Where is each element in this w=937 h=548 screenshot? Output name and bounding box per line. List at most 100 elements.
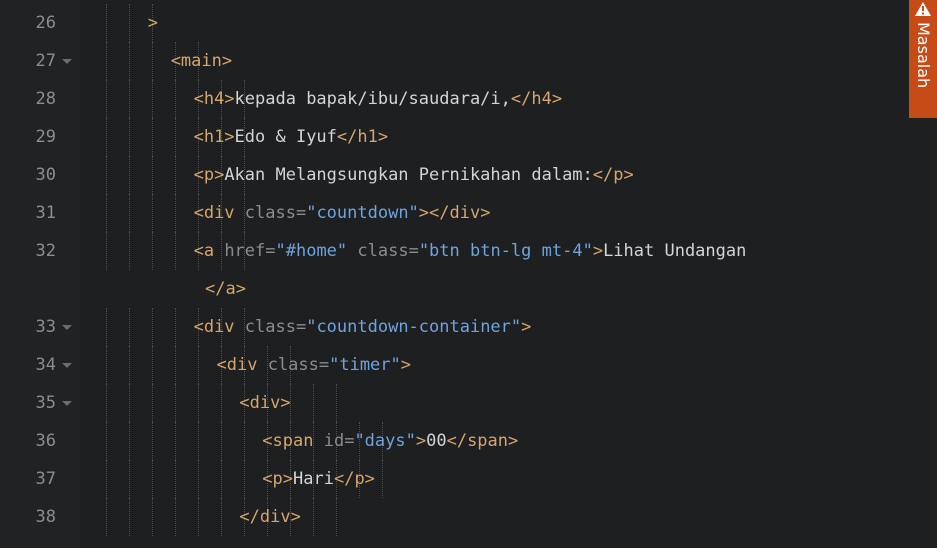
indent-guide [336, 498, 337, 536]
code-editor[interactable]: 26 27 28 29 30 31 32 33 34 35 36 37 38 > <main> <h4>ke… [0, 0, 937, 548]
line-number-label: 32 [35, 241, 56, 261]
line-number-gutter: 26 27 28 29 30 31 32 33 34 35 36 37 38 [0, 0, 80, 548]
fold-arrow-icon[interactable] [62, 325, 72, 330]
code-token: </p> [333, 469, 375, 489]
code-token: <h1> [193, 127, 235, 147]
line-number: 38 [0, 498, 80, 536]
indent-guide [106, 498, 107, 536]
indent-guide [382, 460, 383, 498]
code-line[interactable]: <h1>Edo & Iyuf</h1> [194, 118, 389, 156]
code-token: Lihat Undangan [603, 241, 747, 261]
code-token: class= [267, 355, 330, 375]
code-line[interactable]: > [148, 4, 158, 42]
line-number-label: 29 [35, 127, 56, 147]
indent-guide [152, 460, 153, 498]
code-token: "#home" [275, 241, 348, 261]
code-line[interactable]: <div> [239, 384, 290, 422]
code-token: </h1> [336, 127, 389, 147]
code-token: > [147, 13, 159, 33]
code-area[interactable]: > <main> <h4>kepada bapak/ibu/saudara/i,</… [80, 0, 909, 548]
line-number: 36 [0, 422, 80, 460]
indent-guide [175, 308, 176, 346]
code-token: <p> [262, 469, 294, 489]
code-line[interactable]: <h4>kepada bapak/ibu/saudara/i,</h4> [194, 80, 562, 118]
indent-guide [198, 384, 199, 422]
code-token: <main> [170, 51, 233, 71]
code-token: <h4> [193, 89, 235, 109]
indent-guide [106, 194, 107, 232]
indent-guide [175, 346, 176, 384]
indent-guide [175, 80, 176, 118]
indent-guide [152, 308, 153, 346]
code-token: <div> [239, 393, 291, 413]
code-line[interactable]: <p>Hari</p> [262, 460, 375, 498]
code-token: "countdown-container" [306, 317, 522, 337]
code-token: "days" [354, 431, 416, 451]
code-line[interactable]: <a href="#home" class="btn btn-lg mt-4">… [194, 232, 747, 270]
indent-guide [129, 42, 130, 80]
code-token: </span> [446, 431, 519, 451]
code-line[interactable]: <div class="countdown"></div> [194, 194, 491, 232]
code-line[interactable]: <main> [171, 42, 232, 80]
fold-arrow-icon[interactable] [62, 363, 72, 368]
problems-panel-label: Masalah [914, 22, 933, 89]
code-token: > [521, 317, 532, 337]
code-token: <span [262, 431, 324, 451]
line-number-label: 33 [35, 317, 56, 337]
indent-guide [175, 460, 176, 498]
line-number: 27 [0, 42, 80, 80]
code-token: href= [224, 241, 276, 261]
indent-guide [175, 422, 176, 460]
code-token: id= [323, 431, 355, 451]
code-line[interactable]: </div> [239, 498, 300, 536]
indent-guide [106, 422, 107, 460]
line-number: 29 [0, 118, 80, 156]
indent-guide [106, 4, 107, 42]
line-number-label: 37 [35, 469, 56, 489]
line-number: 31 [0, 194, 80, 232]
indent-guide [336, 384, 337, 422]
indent-guide [106, 42, 107, 80]
code-line[interactable]: <div class="timer"> [217, 346, 412, 384]
code-token: </div> [239, 507, 301, 527]
code-token: ></div> [418, 203, 491, 223]
indent-guide [152, 156, 153, 194]
code-token: class= [244, 317, 307, 337]
line-number-label: 31 [35, 203, 56, 223]
indent-guide [129, 4, 130, 42]
indent-guide [152, 232, 153, 270]
indent-guide [313, 384, 314, 422]
code-token: Akan Melangsungkan Pernikahan dalam: [224, 165, 593, 185]
code-line[interactable]: <div class="countdown-container"> [194, 308, 532, 346]
code-token: <div [216, 355, 268, 375]
indent-guide [198, 498, 199, 536]
code-token: 00 [426, 431, 447, 451]
indent-guide [221, 460, 222, 498]
code-line[interactable]: <p>Akan Melangsungkan Pernikahan dalam:<… [194, 156, 634, 194]
line-number-label: 30 [35, 165, 56, 185]
line-number-label: 26 [35, 13, 56, 33]
line-number-label: 36 [35, 431, 56, 451]
indent-guide [175, 118, 176, 156]
indent-guide [106, 118, 107, 156]
indent-guide [129, 422, 130, 460]
line-number: 26 [0, 4, 80, 42]
code-token: <div [193, 317, 245, 337]
fold-arrow-icon[interactable] [62, 401, 72, 406]
indent-guide [152, 80, 153, 118]
indent-guide [129, 308, 130, 346]
indent-guide [198, 346, 199, 384]
code-line[interactable]: <span id="days">00</span> [262, 422, 518, 460]
line-number-label: 38 [35, 507, 56, 527]
code-line[interactable]: </a> [205, 270, 246, 308]
indent-guide [313, 498, 314, 536]
indent-guide [129, 384, 130, 422]
indent-guide [244, 422, 245, 460]
indent-guide [106, 346, 107, 384]
problems-panel-tab[interactable]: Masalah [909, 0, 937, 118]
indent-guide [129, 156, 130, 194]
code-token: class= [244, 203, 307, 223]
indent-guide [175, 194, 176, 232]
code-token: > [592, 241, 604, 261]
fold-arrow-icon[interactable] [62, 59, 72, 64]
